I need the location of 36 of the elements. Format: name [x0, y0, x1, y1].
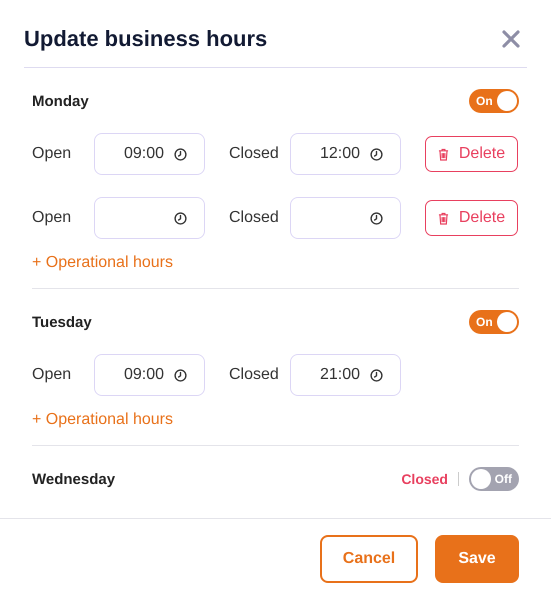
clock-icon	[174, 212, 187, 224]
toggle-switch[interactable]: Off	[469, 467, 519, 491]
clock-icon	[174, 368, 187, 382]
delete-button[interactable]: Delete	[425, 136, 518, 172]
day-name: Tuesday	[32, 314, 92, 330]
save-button[interactable]: Save	[435, 535, 519, 583]
status-text: Closed	[401, 471, 448, 487]
close-icon	[501, 28, 521, 48]
field-label: Closed	[229, 145, 280, 163]
dialog-title: Update business hours	[24, 26, 268, 52]
trash-icon	[438, 212, 449, 224]
clock-icon	[370, 368, 383, 382]
delete-button[interactable]: Delete	[425, 200, 518, 236]
field-label: Open	[32, 366, 72, 384]
close-button[interactable]	[501, 28, 521, 48]
clock-icon	[370, 148, 383, 160]
field-label: Closed	[229, 366, 280, 384]
day-name: Wednesday	[32, 470, 116, 488]
clock-icon	[370, 212, 383, 224]
time-field[interactable]	[94, 197, 205, 239]
toggle-switch[interactable]: On	[469, 89, 519, 113]
field-label: Open	[32, 209, 72, 227]
clock-icon	[174, 148, 187, 160]
time-field[interactable]: 21:00	[290, 354, 401, 396]
add-hours-link[interactable]: + Operational hours	[32, 410, 173, 430]
time-field[interactable]: 09:00	[94, 354, 205, 396]
time-field[interactable]: 12:00	[290, 133, 401, 175]
field-label: Open	[32, 145, 72, 163]
toggle-switch[interactable]: On	[469, 310, 519, 334]
time-field[interactable]	[290, 197, 401, 239]
day-name: Monday	[32, 92, 89, 110]
time-field[interactable]: 09:00	[94, 133, 205, 175]
trash-icon	[438, 148, 449, 160]
cancel-button[interactable]: Cancel	[320, 535, 418, 583]
field-label: Closed	[229, 209, 280, 227]
add-hours-link[interactable]: + Operational hours	[32, 253, 173, 273]
